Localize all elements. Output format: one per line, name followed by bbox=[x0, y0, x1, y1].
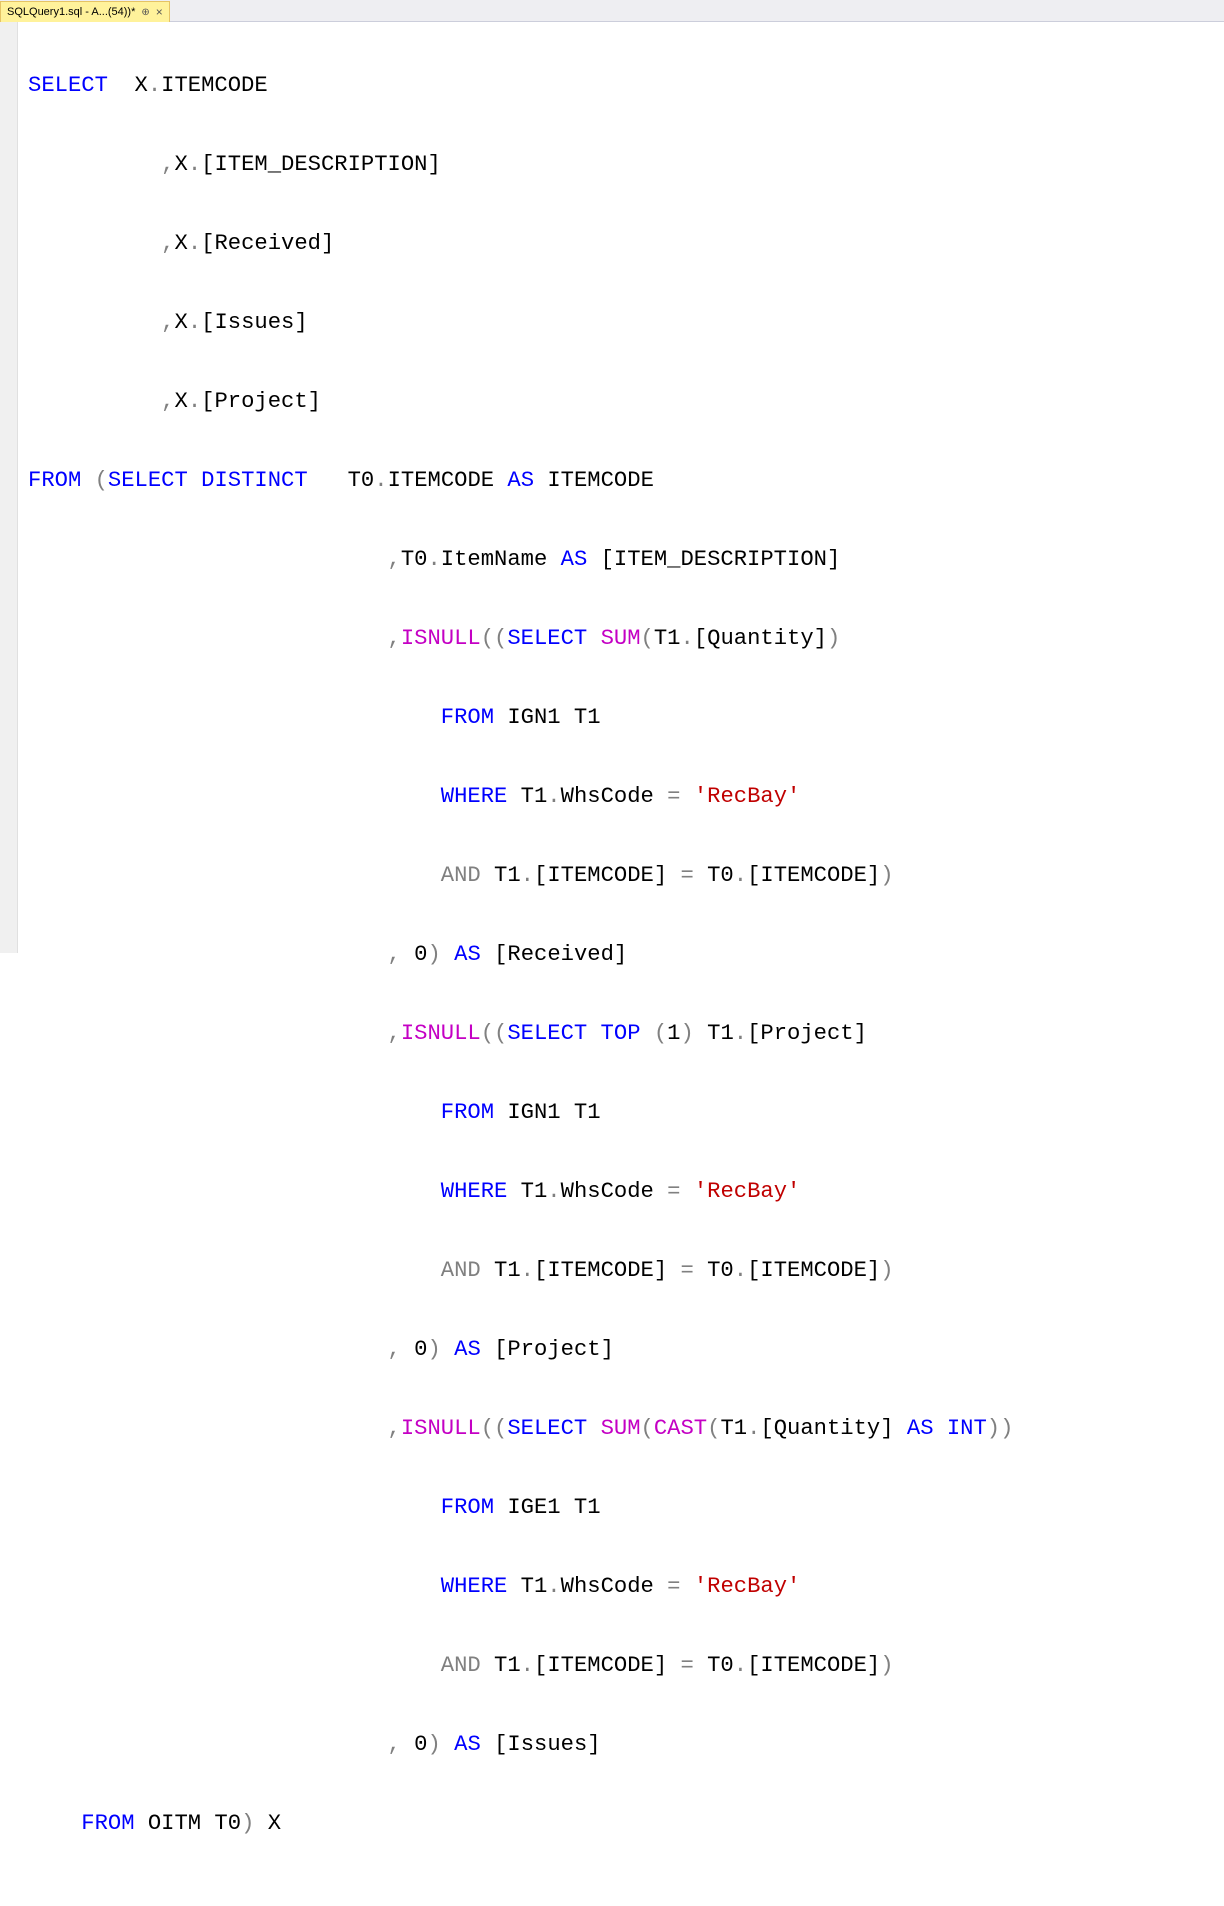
tab-sqlquery1[interactable]: SQLQuery1.sql - A...(54))* ⊕ × bbox=[0, 1, 170, 22]
code-line[interactable]: ,X.[Received] bbox=[28, 224, 1013, 264]
editor-gutter bbox=[0, 22, 18, 953]
code-line[interactable]: ,T0.ItemName AS [ITEM_DESCRIPTION] bbox=[28, 540, 1013, 580]
tab-bar: SQLQuery1.sql - A...(54))* ⊕ × bbox=[0, 0, 1224, 22]
code-line[interactable]: ,X.[Issues] bbox=[28, 303, 1013, 343]
code-line[interactable]: , 0) AS [Received] bbox=[28, 935, 1013, 975]
code-line[interactable]: WHERE T1.WhsCode = 'RecBay' bbox=[28, 1567, 1013, 1607]
code-line[interactable]: WHERE T1.WhsCode = 'RecBay' bbox=[28, 1172, 1013, 1212]
code-line[interactable]: ,X.[ITEM_DESCRIPTION] bbox=[28, 145, 1013, 185]
code-line[interactable]: AND T1.[ITEMCODE] = T0.[ITEMCODE]) bbox=[28, 1646, 1013, 1686]
code-line[interactable]: ,ISNULL((SELECT TOP (1) T1.[Project] bbox=[28, 1014, 1013, 1054]
code-line[interactable]: FROM IGE1 T1 bbox=[28, 1488, 1013, 1528]
tab-label: SQLQuery1.sql - A...(54))* bbox=[7, 6, 135, 18]
code-line[interactable]: FROM IGN1 T1 bbox=[28, 1093, 1013, 1133]
code-line[interactable]: WHERE T1.WhsCode = 'RecBay' bbox=[28, 777, 1013, 817]
close-icon[interactable]: × bbox=[156, 6, 163, 18]
code-line[interactable]: AND T1.[ITEMCODE] = T0.[ITEMCODE]) bbox=[28, 1251, 1013, 1291]
code-line[interactable]: ,X.[Project] bbox=[28, 382, 1013, 422]
code-line[interactable]: FROM IGN1 T1 bbox=[28, 698, 1013, 738]
code-line[interactable]: ,ISNULL((SELECT SUM(CAST(T1.[Quantity] A… bbox=[28, 1409, 1013, 1449]
code-editor[interactable]: SELECT X.ITEMCODE ,X.[ITEM_DESCRIPTION] … bbox=[18, 22, 1023, 953]
code-line[interactable]: ,ISNULL((SELECT SUM(T1.[Quantity]) bbox=[28, 619, 1013, 659]
code-line[interactable]: FROM OITM T0) X bbox=[28, 1804, 1013, 1844]
editor-area: SELECT X.ITEMCODE ,X.[ITEM_DESCRIPTION] … bbox=[0, 22, 1224, 953]
code-line[interactable]: SELECT X.ITEMCODE bbox=[28, 66, 1013, 106]
code-line[interactable]: , 0) AS [Project] bbox=[28, 1330, 1013, 1370]
code-line[interactable]: FROM (SELECT DISTINCT T0.ITEMCODE AS ITE… bbox=[28, 461, 1013, 501]
code-line[interactable]: AND T1.[ITEMCODE] = T0.[ITEMCODE]) bbox=[28, 856, 1013, 896]
pin-icon[interactable]: ⊕ bbox=[141, 7, 149, 18]
code-line[interactable]: , 0) AS [Issues] bbox=[28, 1725, 1013, 1765]
